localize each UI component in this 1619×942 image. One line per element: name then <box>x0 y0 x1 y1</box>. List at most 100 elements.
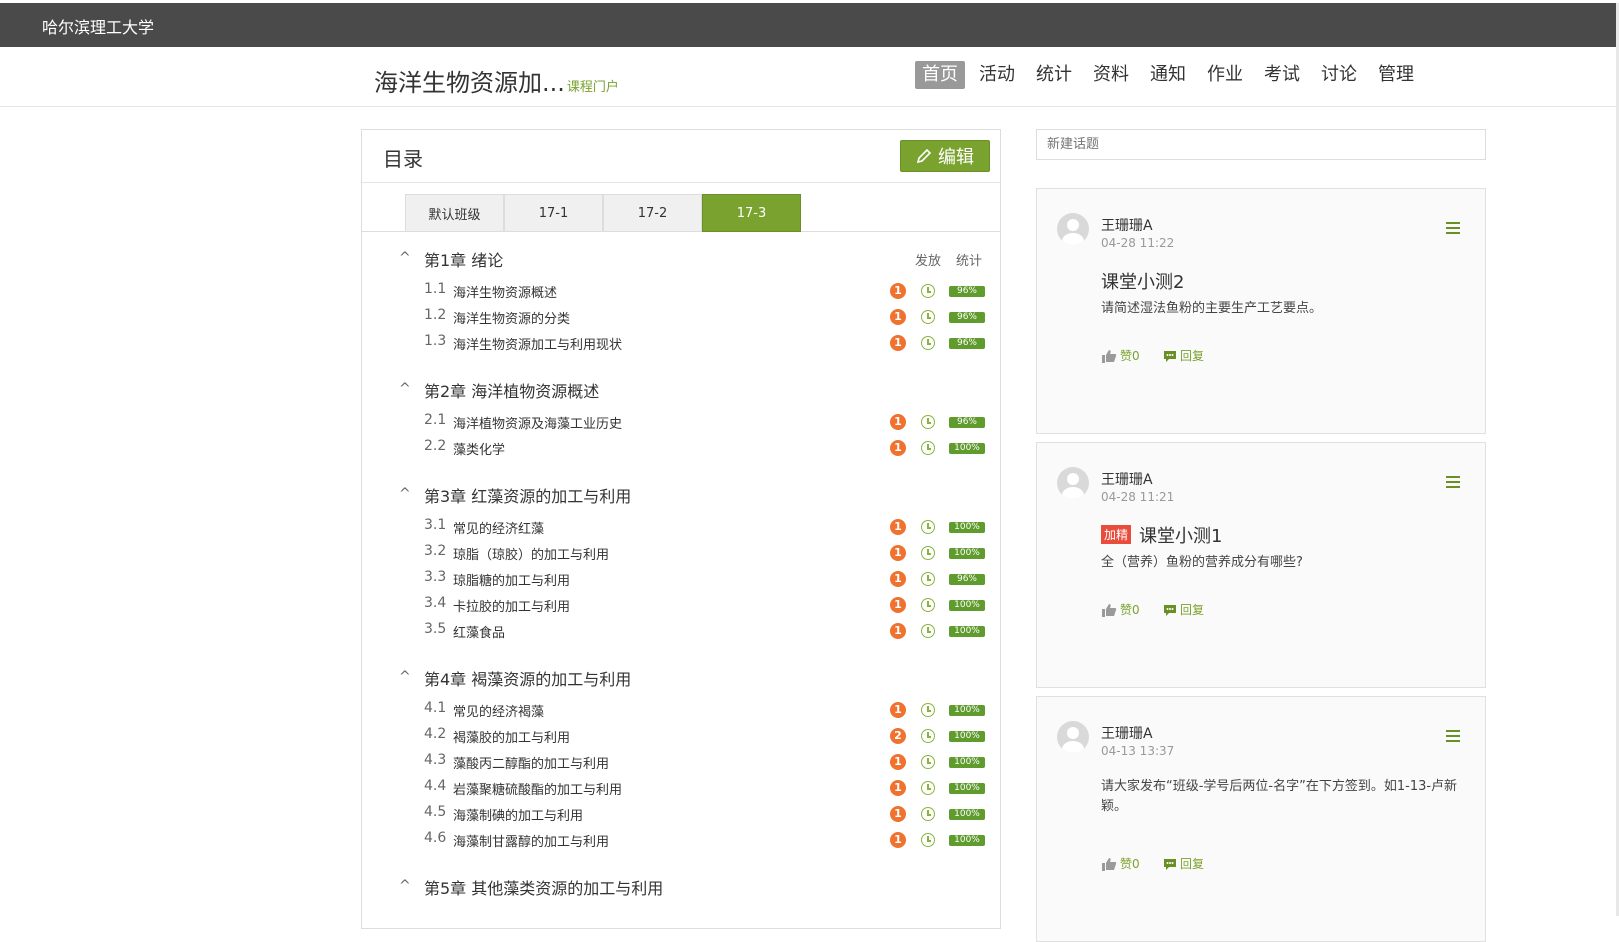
chapter-title[interactable]: 第5章 其他藻类资源的加工与利用 <box>424 875 663 899</box>
post-title[interactable]: 课堂小测2 <box>1101 268 1184 294</box>
menu-icon[interactable] <box>1446 222 1460 234</box>
section-row[interactable]: 3.4 卡拉胶的加工与利用 1 100% <box>362 592 1000 618</box>
school-name[interactable]: 哈尔滨理工大学 <box>42 14 154 38</box>
course-portal-link[interactable]: 课程门户 <box>567 80 619 95</box>
chapter-header[interactable]: ^ 第1章 绪论 发放 统计 <box>362 242 1000 278</box>
clock-icon[interactable] <box>921 546 935 560</box>
nav-item-1[interactable]: 活动 <box>972 61 1022 89</box>
clock-icon[interactable] <box>921 624 935 638</box>
section-title[interactable]: 琼脂糖的加工与利用 <box>453 570 570 589</box>
section-title[interactable]: 红藻食品 <box>453 622 505 641</box>
chapter-title[interactable]: 第3章 红藻资源的加工与利用 <box>424 483 631 507</box>
section-row[interactable]: 4.5 海藻制碘的加工与利用 1 100% <box>362 801 1000 827</box>
clock-icon[interactable] <box>921 572 935 586</box>
clock-icon[interactable] <box>921 284 935 298</box>
clock-icon[interactable] <box>921 833 935 847</box>
chapter-title[interactable]: 第2章 海洋植物资源概述 <box>424 378 599 402</box>
post-author[interactable]: 王珊珊A <box>1101 723 1153 743</box>
nav-item-8[interactable]: 管理 <box>1371 61 1421 89</box>
section-row[interactable]: 4.3 藻酸丙二醇酯的加工与利用 1 100% <box>362 749 1000 775</box>
section-title[interactable]: 琼脂（琼胶）的加工与利用 <box>453 544 609 563</box>
nav-item-0[interactable]: 首页 <box>915 61 965 89</box>
class-tab-3[interactable]: 17-3 <box>702 194 801 232</box>
avatar[interactable] <box>1057 467 1089 499</box>
nav-item-3[interactable]: 资料 <box>1086 61 1136 89</box>
chevron-up-icon[interactable]: ^ <box>399 878 411 894</box>
nav-item-6[interactable]: 考试 <box>1257 61 1307 89</box>
class-tab-0[interactable]: 默认班级 <box>405 194 504 232</box>
nav-item-2[interactable]: 统计 <box>1029 61 1079 89</box>
avatar[interactable] <box>1057 721 1089 753</box>
section-row[interactable]: 4.6 海藻制甘露醇的加工与利用 1 100% <box>362 827 1000 853</box>
class-tab-2[interactable]: 17-2 <box>603 194 702 232</box>
reply-button[interactable]: 回复 <box>1163 347 1204 364</box>
discussion-post[interactable]: 王珊珊A 04-28 11:21 加精 课堂小测1 全（营养）鱼粉的营养成分有哪些? 赞0… <box>1036 442 1486 688</box>
section-row[interactable]: 4.1 常见的经济褐藻 1 100% <box>362 697 1000 723</box>
section-title[interactable]: 海洋植物资源及海藻工业历史 <box>453 413 622 432</box>
course-title-text[interactable]: 海洋生物资源加... <box>374 69 565 97</box>
section-title[interactable]: 海洋生物资源加工与利用现状 <box>453 334 622 353</box>
edit-button[interactable]: 编辑 <box>900 140 990 172</box>
clock-icon[interactable] <box>921 310 935 324</box>
clock-icon[interactable] <box>921 520 935 534</box>
course-title[interactable]: 海洋生物资源加... 课程门户 <box>374 63 619 98</box>
section-title[interactable]: 藻酸丙二醇酯的加工与利用 <box>453 753 609 772</box>
section-title[interactable]: 海藻制碘的加工与利用 <box>453 805 583 824</box>
reply-button[interactable]: 回复 <box>1163 855 1204 872</box>
chevron-up-icon[interactable]: ^ <box>399 381 411 397</box>
section-title[interactable]: 常见的经济褐藻 <box>453 701 544 720</box>
clock-icon[interactable] <box>921 755 935 769</box>
new-topic-input[interactable] <box>1036 129 1486 160</box>
post-title-text[interactable]: 课堂小测1 <box>1139 526 1222 547</box>
chapter-header[interactable]: ^ 第4章 褐藻资源的加工与利用 <box>362 661 1000 697</box>
section-title[interactable]: 卡拉胶的加工与利用 <box>453 596 570 615</box>
like-button[interactable]: 赞0 <box>1101 347 1140 364</box>
clock-icon[interactable] <box>921 807 935 821</box>
clock-icon[interactable] <box>921 729 935 743</box>
clock-icon[interactable] <box>921 781 935 795</box>
section-title[interactable]: 海藻制甘露醇的加工与利用 <box>453 831 609 850</box>
post-author[interactable]: 王珊珊A <box>1101 215 1153 235</box>
menu-icon[interactable] <box>1446 730 1460 742</box>
section-row[interactable]: 2.2 藻类化学 1 100% <box>362 435 1000 461</box>
section-title[interactable]: 褐藻胶的加工与利用 <box>453 727 570 746</box>
nav-item-4[interactable]: 通知 <box>1143 61 1193 89</box>
chevron-up-icon[interactable]: ^ <box>399 669 411 685</box>
reply-button[interactable]: 回复 <box>1163 601 1204 618</box>
section-row[interactable]: 4.4 岩藻聚糖硫酸酯的加工与利用 1 100% <box>362 775 1000 801</box>
section-row[interactable]: 3.5 红藻食品 1 100% <box>362 618 1000 644</box>
like-button[interactable]: 赞0 <box>1101 855 1140 872</box>
chapter-title[interactable]: 第4章 褐藻资源的加工与利用 <box>424 666 631 690</box>
nav-item-7[interactable]: 讨论 <box>1314 61 1364 89</box>
post-author[interactable]: 王珊珊A <box>1101 469 1153 489</box>
section-title[interactable]: 岩藻聚糖硫酸酯的加工与利用 <box>453 779 622 798</box>
section-row[interactable]: 1.3 海洋生物资源加工与利用现状 1 96% <box>362 330 1000 356</box>
clock-icon[interactable] <box>921 703 935 717</box>
discussion-post[interactable]: 王珊珊A 04-28 11:22 课堂小测2 请简述湿法鱼粉的主要生产工艺要点。 赞0 回… <box>1036 188 1486 434</box>
clock-icon[interactable] <box>921 415 935 429</box>
discussion-post[interactable]: 王珊珊A 04-13 13:37 请大家发布“班级-学号后两位-名字”在下方签到。如… <box>1036 696 1486 942</box>
clock-icon[interactable] <box>921 598 935 612</box>
section-title[interactable]: 常见的经济红藻 <box>453 518 544 537</box>
section-title[interactable]: 藻类化学 <box>453 439 505 458</box>
chevron-up-icon[interactable]: ^ <box>399 250 411 266</box>
section-row[interactable]: 1.1 海洋生物资源概述 1 96% <box>362 278 1000 304</box>
clock-icon[interactable] <box>921 336 935 350</box>
chapter-title[interactable]: 第1章 绪论 <box>424 247 503 271</box>
section-row[interactable]: 3.2 琼脂（琼胶）的加工与利用 1 100% <box>362 540 1000 566</box>
section-row[interactable]: 3.3 琼脂糖的加工与利用 1 96% <box>362 566 1000 592</box>
section-title[interactable]: 海洋生物资源概述 <box>453 282 557 301</box>
section-row[interactable]: 3.1 常见的经济红藻 1 100% <box>362 514 1000 540</box>
post-title-text[interactable]: 课堂小测2 <box>1101 272 1184 293</box>
post-title[interactable]: 加精 课堂小测1 <box>1101 522 1222 548</box>
menu-icon[interactable] <box>1446 476 1460 488</box>
nav-item-5[interactable]: 作业 <box>1200 61 1250 89</box>
section-row[interactable]: 1.2 海洋生物资源的分类 1 96% <box>362 304 1000 330</box>
section-title[interactable]: 海洋生物资源的分类 <box>453 308 570 327</box>
chapter-header[interactable]: ^ 第5章 其他藻类资源的加工与利用 <box>362 870 1000 906</box>
avatar[interactable] <box>1057 213 1089 245</box>
class-tab-1[interactable]: 17-1 <box>504 194 603 232</box>
chapter-header[interactable]: ^ 第3章 红藻资源的加工与利用 <box>362 478 1000 514</box>
like-button[interactable]: 赞0 <box>1101 601 1140 618</box>
section-row[interactable]: 2.1 海洋植物资源及海藻工业历史 1 96% <box>362 409 1000 435</box>
